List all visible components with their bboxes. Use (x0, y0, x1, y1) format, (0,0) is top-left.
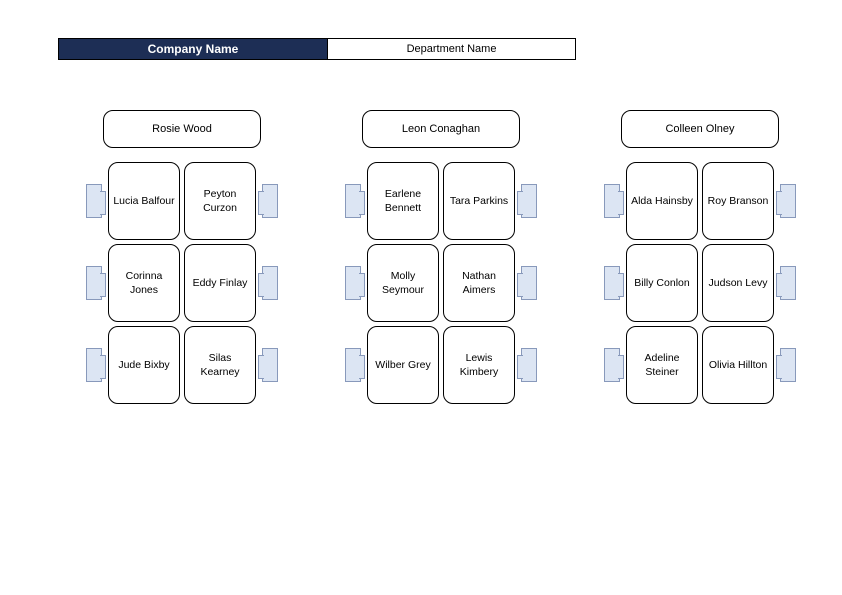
seat-rows: Lucia Balfour Peyton Curzon Corinna Jone… (80, 162, 284, 404)
seat: Olivia Hillton (702, 326, 774, 404)
chair-icon (80, 262, 102, 304)
chair-icon (262, 180, 284, 222)
seat-row: Corinna Jones Eddy Finlay (80, 244, 284, 322)
seat-label: Tara Parkins (450, 194, 508, 208)
seat-label: Molly Seymour (372, 269, 434, 297)
header-bar: Company Name Department Name (58, 38, 576, 60)
seat: Lucia Balfour (108, 162, 180, 240)
seat: Molly Seymour (367, 244, 439, 322)
seat-rows: Alda Hainsby Roy Branson Billy Conlon Ju… (598, 162, 802, 404)
chair-icon (780, 344, 802, 386)
seat-row: Wilber Grey Lewis Kimbery (339, 326, 543, 404)
seat-label: Peyton Curzon (189, 187, 251, 215)
seat-row: Earlene Bennett Tara Parkins (339, 162, 543, 240)
chair-icon (521, 344, 543, 386)
seat: Nathan Aimers (443, 244, 515, 322)
seat: Alda Hainsby (626, 162, 698, 240)
chair-icon (339, 262, 361, 304)
chair-icon (262, 262, 284, 304)
head-seat-label: Rosie Wood (152, 123, 212, 135)
seat: Peyton Curzon (184, 162, 256, 240)
seat-row: Adeline Steiner Olivia Hillton (598, 326, 802, 404)
seat: Lewis Kimbery (443, 326, 515, 404)
seat-label: Adeline Steiner (631, 351, 693, 379)
seat: Earlene Bennett (367, 162, 439, 240)
seat: Corinna Jones (108, 244, 180, 322)
seat-row: Lucia Balfour Peyton Curzon (80, 162, 284, 240)
chair-icon (339, 344, 361, 386)
seat: Tara Parkins (443, 162, 515, 240)
seat: Jude Bixby (108, 326, 180, 404)
seat: Billy Conlon (626, 244, 698, 322)
chair-icon (80, 180, 102, 222)
table-group: Colleen Olney Alda Hainsby Roy Branson B… (598, 110, 802, 404)
chair-icon (598, 180, 620, 222)
department-name-cell: Department Name (328, 38, 576, 60)
seat-row: Jude Bixby Silas Kearney (80, 326, 284, 404)
seat: Eddy Finlay (184, 244, 256, 322)
seat-row: Molly Seymour Nathan Aimers (339, 244, 543, 322)
seat-row: Billy Conlon Judson Levy (598, 244, 802, 322)
company-name-cell: Company Name (58, 38, 328, 60)
chair-icon (780, 180, 802, 222)
seat-label: Olivia Hillton (709, 358, 767, 372)
seat-label: Eddy Finlay (193, 276, 248, 290)
chair-icon (339, 180, 361, 222)
seat: Roy Branson (702, 162, 774, 240)
department-name: Department Name (407, 43, 497, 55)
company-name: Company Name (148, 42, 239, 56)
seat-label: Jude Bixby (118, 358, 169, 372)
head-seat: Colleen Olney (621, 110, 779, 148)
seat-label: Wilber Grey (375, 358, 430, 372)
chair-icon (598, 262, 620, 304)
seat-label: Judson Levy (709, 276, 768, 290)
seat-label: Roy Branson (708, 194, 769, 208)
seat: Adeline Steiner (626, 326, 698, 404)
head-seat-label: Leon Conaghan (402, 123, 480, 135)
head-seat-label: Colleen Olney (665, 123, 734, 135)
seat-label: Billy Conlon (634, 276, 689, 290)
seat-label: Earlene Bennett (372, 187, 434, 215)
chair-icon (80, 344, 102, 386)
chair-icon (521, 180, 543, 222)
seat-label: Alda Hainsby (631, 194, 693, 208)
chair-icon (262, 344, 284, 386)
seating-tables: Rosie Wood Lucia Balfour Peyton Curzon C… (80, 110, 802, 404)
seat: Judson Levy (702, 244, 774, 322)
seat-label: Corinna Jones (113, 269, 175, 297)
seat-row: Alda Hainsby Roy Branson (598, 162, 802, 240)
table-group: Leon Conaghan Earlene Bennett Tara Parki… (339, 110, 543, 404)
table-group: Rosie Wood Lucia Balfour Peyton Curzon C… (80, 110, 284, 404)
chair-icon (598, 344, 620, 386)
head-seat: Leon Conaghan (362, 110, 520, 148)
seat-label: Lewis Kimbery (448, 351, 510, 379)
chair-icon (780, 262, 802, 304)
seat: Silas Kearney (184, 326, 256, 404)
seat-label: Lucia Balfour (113, 194, 174, 208)
seat: Wilber Grey (367, 326, 439, 404)
seat-label: Silas Kearney (189, 351, 251, 379)
head-seat: Rosie Wood (103, 110, 261, 148)
seat-label: Nathan Aimers (448, 269, 510, 297)
chair-icon (521, 262, 543, 304)
seat-rows: Earlene Bennett Tara Parkins Molly Seymo… (339, 162, 543, 404)
